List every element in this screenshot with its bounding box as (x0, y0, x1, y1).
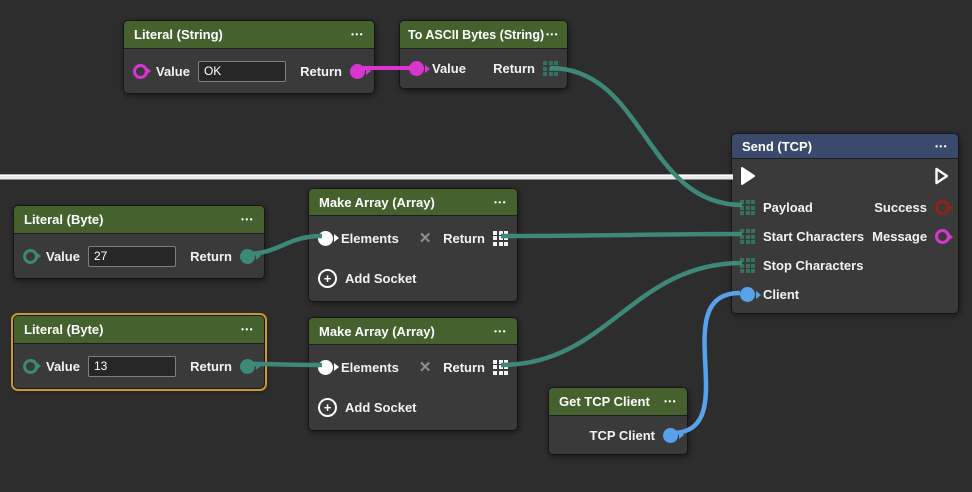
node-header[interactable]: Literal (String) ••• (124, 21, 374, 49)
node-header[interactable]: To ASCII Bytes (String) ••• (400, 21, 567, 49)
node-menu-icon[interactable]: ••• (351, 30, 364, 39)
elements-input-port[interactable] (318, 360, 333, 375)
start-characters-label: Start Characters (763, 229, 864, 244)
value-field[interactable] (88, 246, 176, 267)
node-menu-icon[interactable]: ••• (664, 397, 677, 406)
add-socket-icon[interactable]: + (318, 398, 337, 417)
return-label: Return (493, 61, 535, 76)
value-input-port[interactable] (409, 61, 424, 76)
return-label: Return (190, 249, 232, 264)
value-input-port[interactable] (23, 249, 38, 264)
value-input-port[interactable] (23, 359, 38, 374)
remove-socket-icon[interactable]: ✕ (419, 231, 432, 246)
payload-input-port[interactable] (740, 200, 755, 215)
return-array-output-port[interactable] (493, 231, 508, 246)
wire-array1-to-start[interactable] (501, 234, 742, 236)
elements-input-port[interactable] (318, 231, 333, 246)
success-label: Success (874, 200, 927, 215)
value-field[interactable] (198, 61, 286, 82)
node-send-tcp[interactable]: Send (TCP) ••• Payload Success Start Cha… (731, 133, 959, 314)
return-array-output-port[interactable] (543, 61, 558, 76)
node-title: Literal (Byte) (24, 322, 103, 337)
tcp-client-output-port[interactable] (663, 428, 678, 443)
return-array-output-port[interactable] (493, 360, 508, 375)
node-title: Make Array (Array) (319, 195, 435, 210)
wire-ascii-to-payload[interactable] (550, 68, 742, 205)
node-menu-icon[interactable]: ••• (241, 215, 254, 224)
value-label: Value (156, 64, 190, 79)
node-menu-icon[interactable]: ••• (935, 142, 948, 151)
value-field[interactable] (88, 356, 176, 377)
return-output-port[interactable] (350, 64, 365, 79)
payload-label: Payload (763, 200, 813, 215)
stop-characters-label: Stop Characters (763, 258, 863, 273)
return-label: Return (443, 231, 485, 246)
value-label: Value (46, 249, 80, 264)
node-menu-icon[interactable]: ••• (494, 198, 507, 207)
success-output-port[interactable] (935, 200, 950, 215)
node-title: Get TCP Client (559, 394, 650, 409)
client-label: Client (763, 287, 799, 302)
add-socket-label[interactable]: Add Socket (345, 400, 417, 415)
elements-label: Elements (341, 360, 399, 375)
node-header[interactable]: Make Array (Array) ••• (309, 189, 517, 216)
node-editor-canvas[interactable]: Literal (String) ••• Value Return To ASC… (0, 0, 972, 492)
node-title: Send (TCP) (742, 139, 812, 154)
node-literal-string[interactable]: Literal (String) ••• Value Return (123, 20, 375, 94)
node-menu-icon[interactable]: ••• (241, 325, 254, 334)
exec-input-port[interactable] (740, 166, 756, 186)
node-header[interactable]: Literal (Byte) ••• (14, 316, 264, 344)
add-socket-label[interactable]: Add Socket (345, 271, 417, 286)
node-title: Literal (Byte) (24, 212, 103, 227)
value-label: Value (432, 61, 466, 76)
node-header[interactable]: Get TCP Client ••• (549, 388, 687, 416)
message-label: Message (872, 229, 927, 244)
node-menu-icon[interactable]: ••• (546, 30, 559, 39)
client-input-port[interactable] (740, 287, 755, 302)
node-menu-icon[interactable]: ••• (494, 327, 507, 336)
node-literal-byte-2[interactable]: Literal (Byte) ••• Value Return (13, 315, 265, 389)
node-title: Literal (String) (134, 27, 223, 42)
return-label: Return (190, 359, 232, 374)
return-output-port[interactable] (240, 249, 255, 264)
tcp-client-label: TCP Client (590, 428, 656, 443)
start-characters-input-port[interactable] (740, 229, 755, 244)
return-label: Return (300, 64, 342, 79)
node-to-ascii-bytes[interactable]: To ASCII Bytes (String) ••• Value Return (399, 20, 568, 89)
return-output-port[interactable] (240, 359, 255, 374)
add-socket-icon[interactable]: + (318, 269, 337, 288)
node-make-array-1[interactable]: Make Array (Array) ••• Elements ✕ Return… (308, 188, 518, 302)
node-header[interactable]: Send (TCP) ••• (732, 134, 958, 159)
elements-label: Elements (341, 231, 399, 246)
value-input-port[interactable] (133, 64, 148, 79)
return-label: Return (443, 360, 485, 375)
stop-characters-input-port[interactable] (740, 258, 755, 273)
node-get-tcp-client[interactable]: Get TCP Client ••• TCP Client (548, 387, 688, 455)
node-title: Make Array (Array) (319, 324, 435, 339)
value-label: Value (46, 359, 80, 374)
node-header[interactable]: Literal (Byte) ••• (14, 206, 264, 234)
node-header[interactable]: Make Array (Array) ••• (309, 318, 517, 345)
remove-socket-icon[interactable]: ✕ (419, 360, 432, 375)
message-output-port[interactable] (935, 229, 950, 244)
node-literal-byte-1[interactable]: Literal (Byte) ••• Value Return (13, 205, 265, 279)
exec-output-port[interactable] (934, 166, 950, 186)
wire-array2-to-stop[interactable] (501, 263, 742, 365)
node-make-array-2[interactable]: Make Array (Array) ••• Elements ✕ Return… (308, 317, 518, 431)
node-title: To ASCII Bytes (String) (408, 28, 544, 42)
